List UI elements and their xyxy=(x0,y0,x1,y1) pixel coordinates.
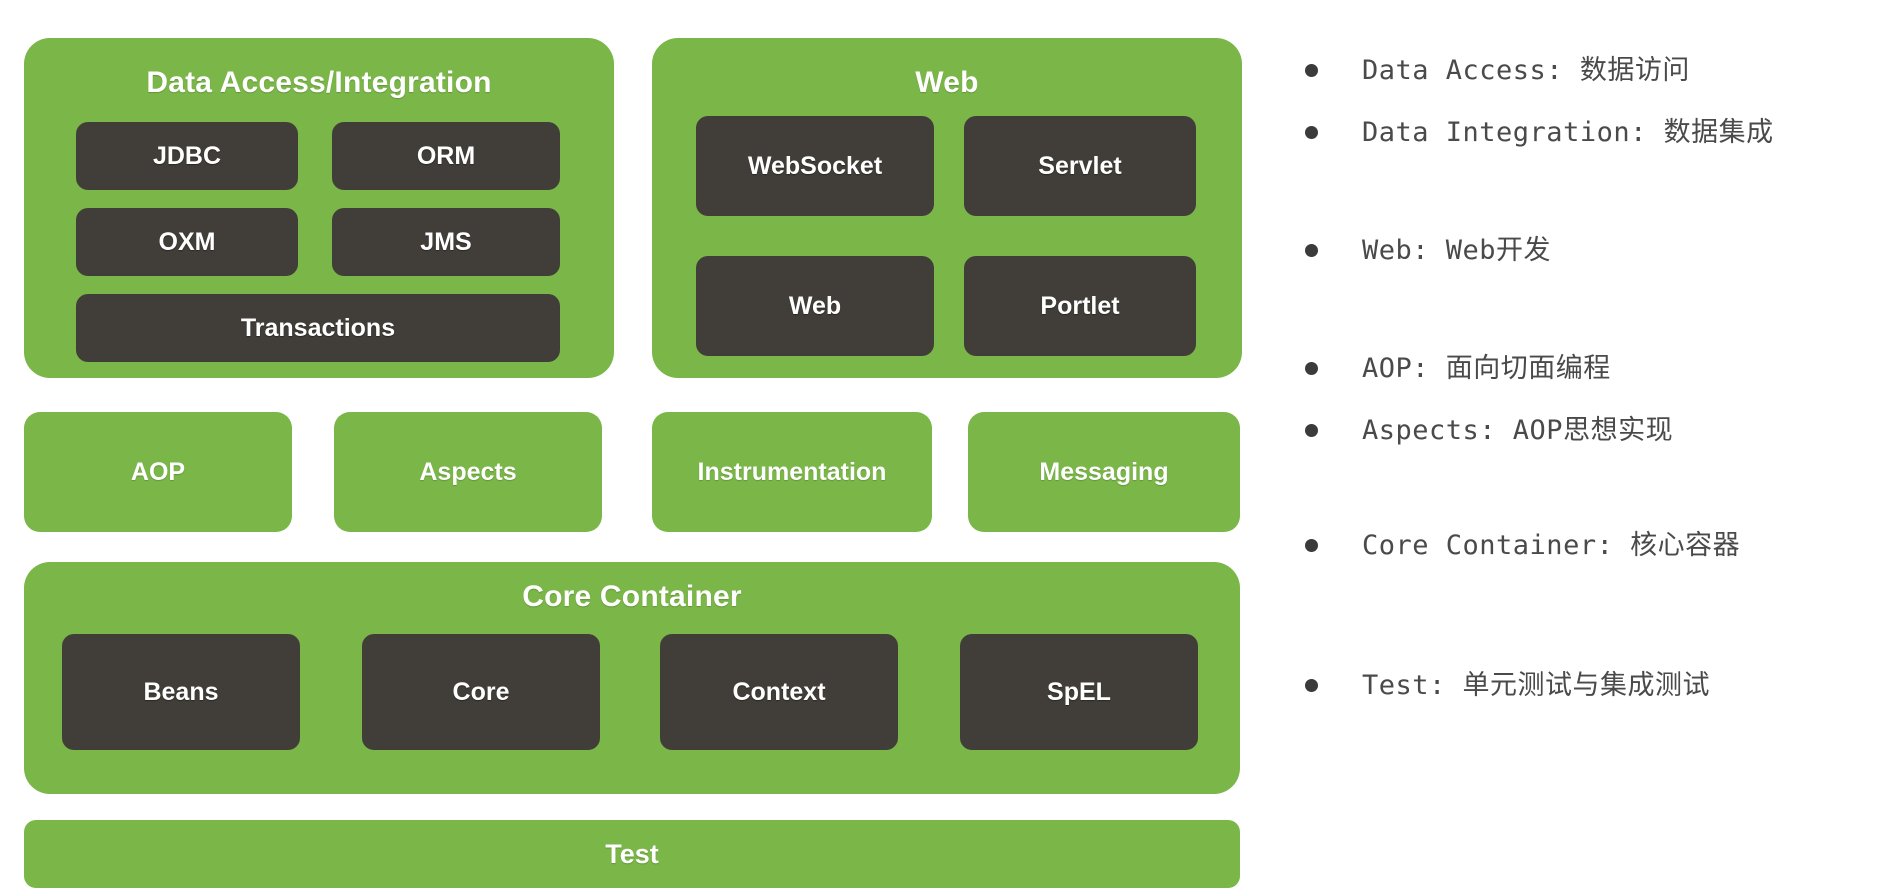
legend-item-label: Aspects: AOP思想实现 xyxy=(1362,415,1674,446)
box-aop: AOP xyxy=(24,412,292,532)
chip-websocket: WebSocket xyxy=(696,116,934,216)
legend-list: Data Access: 数据访问 Data Integration: 数据集成… xyxy=(1305,0,1885,884)
chip-portlet: Portlet xyxy=(964,256,1196,356)
legend-item-test: Test: 单元测试与集成测试 xyxy=(1305,672,1710,699)
legend-item-label: AOP: 面向切面编程 xyxy=(1362,353,1611,384)
legend-item-data-integration: Data Integration: 数据集成 xyxy=(1305,119,1774,146)
panel-title-core-container: Core Container xyxy=(522,580,742,613)
legend-item-label: Data Integration: 数据集成 xyxy=(1362,117,1774,148)
chip-spel: SpEL xyxy=(960,634,1198,750)
bullet-dot-icon xyxy=(1305,539,1318,552)
bullet-dot-icon xyxy=(1305,424,1318,437)
spring-architecture-diagram: Data Access/Integration JDBC ORM OXM JMS… xyxy=(24,30,1242,888)
panel-data-access-integration: Data Access/Integration JDBC ORM OXM JMS… xyxy=(24,38,614,378)
legend-item-label: Test: 单元测试与集成测试 xyxy=(1362,670,1711,701)
chip-context: Context xyxy=(660,634,898,750)
bullet-dot-icon xyxy=(1305,64,1318,77)
chip-servlet: Servlet xyxy=(964,116,1196,216)
panel-core-container: Core Container Beans Core Context SpEL xyxy=(24,562,1240,794)
chip-jms: JMS xyxy=(332,208,560,276)
legend-item-core-container: Core Container: 核心容器 xyxy=(1305,532,1740,559)
chip-web: Web xyxy=(696,256,934,356)
bullet-dot-icon xyxy=(1305,362,1318,375)
legend-item-web: Web: Web开发 xyxy=(1305,237,1551,264)
chip-beans: Beans xyxy=(62,634,300,750)
box-aspects: Aspects xyxy=(334,412,602,532)
legend-item-aop: AOP: 面向切面编程 xyxy=(1305,355,1611,382)
page-root: Data Access/Integration JDBC ORM OXM JMS… xyxy=(0,0,1898,888)
legend-item-label: Core Container: 核心容器 xyxy=(1362,530,1741,561)
panel-title-web: Web xyxy=(915,66,979,99)
legend-item-label: Web: Web开发 xyxy=(1362,235,1552,266)
legend-item-label: Data Access: 数据访问 xyxy=(1362,55,1690,86)
box-instrumentation: Instrumentation xyxy=(652,412,932,532)
chip-transactions: Transactions xyxy=(76,294,560,362)
chip-core: Core xyxy=(362,634,600,750)
bullet-dot-icon xyxy=(1305,244,1318,257)
legend-item-aspects: Aspects: AOP思想实现 xyxy=(1305,417,1673,444)
bullet-dot-icon xyxy=(1305,126,1318,139)
bullet-dot-icon xyxy=(1305,679,1318,692)
chip-oxm: OXM xyxy=(76,208,298,276)
legend-item-data-access: Data Access: 数据访问 xyxy=(1305,57,1690,84)
panel-title-data-access-integration: Data Access/Integration xyxy=(146,66,492,99)
panel-web: Web WebSocket Servlet Web Portlet xyxy=(652,38,1242,378)
chip-jdbc: JDBC xyxy=(76,122,298,190)
bar-test: Test xyxy=(24,820,1240,888)
chip-orm: ORM xyxy=(332,122,560,190)
box-messaging: Messaging xyxy=(968,412,1240,532)
